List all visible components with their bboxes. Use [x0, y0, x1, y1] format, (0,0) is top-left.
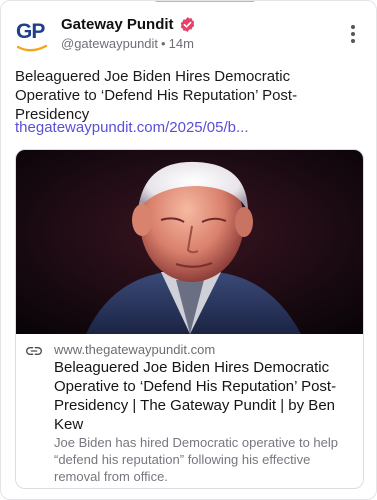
- author-meta: @gatewaypundit • 14m: [61, 36, 194, 51]
- post-text: Beleaguered Joe Biden Hires Democratic O…: [15, 68, 298, 123]
- post-card: GP Gateway Pundit @gatewaypundit • 14m Bel…: [0, 0, 377, 500]
- author-handle[interactable]: @gatewaypundit: [61, 36, 158, 51]
- meta-separator: •: [161, 36, 166, 51]
- kebab-dot: [351, 25, 355, 29]
- kebab-dot: [351, 39, 355, 43]
- card-title: Beleaguered Joe Biden Hires Democratic O…: [54, 359, 337, 433]
- post-link[interactable]: thegatewaypundit.com/2025/05/b...: [15, 119, 249, 136]
- verified-badge-icon: [180, 17, 194, 32]
- post-header: GP Gateway Pundit @gatewaypundit • 14m: [15, 15, 362, 55]
- card-domain: www.thegatewaypundit.com: [54, 342, 216, 357]
- author-name-row: Gateway Pundit: [61, 16, 196, 33]
- avatar-swoosh-icon: [17, 45, 47, 52]
- card-description: Joe Biden has hired Democratic operative…: [54, 435, 338, 484]
- avatar-logo-text: GP: [16, 20, 45, 43]
- link-preview-card[interactable]: www.thegatewaypundit.com Beleaguered Joe…: [15, 149, 364, 489]
- link-chain-icon: [26, 346, 42, 355]
- kebab-menu-icon[interactable]: [350, 25, 356, 43]
- author-name[interactable]: Gateway Pundit: [61, 16, 174, 33]
- preview-image: [16, 150, 363, 334]
- kebab-dot: [351, 32, 355, 36]
- avatar[interactable]: GP: [15, 19, 49, 53]
- post-time[interactable]: 14m: [169, 36, 194, 51]
